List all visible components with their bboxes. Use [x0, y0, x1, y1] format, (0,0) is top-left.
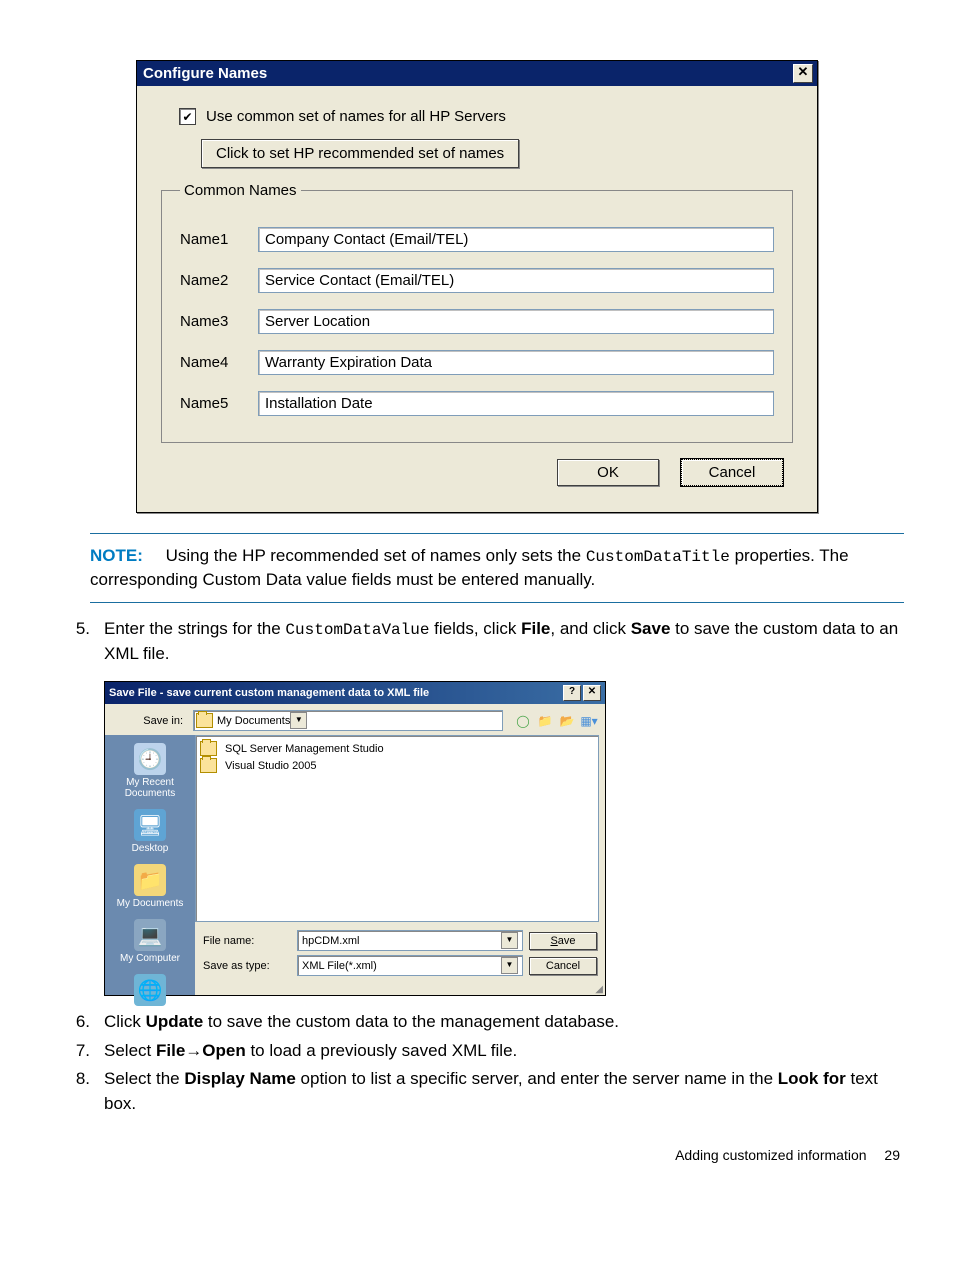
name-label: Name2	[180, 272, 258, 289]
computer-icon: 💻	[134, 919, 166, 951]
step-item: 6. Click Update to save the custom data …	[50, 1010, 904, 1035]
name5-input[interactable]: Installation Date	[258, 391, 774, 416]
recommend-names-button[interactable]: Click to set HP recommended set of names	[201, 139, 519, 168]
savetype-label: Save as type:	[203, 960, 291, 972]
step-item: 7. Select File→Open to load a previously…	[50, 1039, 904, 1064]
name1-input[interactable]: Company Contact (Email/TEL)	[258, 227, 774, 252]
name-row: Name4 Warranty Expiration Data	[180, 350, 774, 375]
cancel-button[interactable]: Cancel	[681, 459, 783, 486]
page-number: 29	[884, 1147, 900, 1163]
filename-label: File name:	[203, 935, 291, 947]
save-in-combo[interactable]: My Documents ▼	[193, 710, 503, 731]
filename-input[interactable]: hpCDM.xml ▼	[297, 930, 523, 951]
dialog-title: Configure Names	[143, 65, 267, 82]
dialog-titlebar: Configure Names ✕	[137, 61, 817, 86]
folder-icon	[196, 713, 213, 728]
name-row: Name2 Service Contact (Email/TEL)	[180, 268, 774, 293]
note-label: NOTE:	[90, 546, 143, 565]
save-file-dialog: Save File - save current custom manageme…	[104, 681, 606, 996]
chevron-down-icon[interactable]: ▼	[501, 932, 518, 949]
close-icon[interactable]: ✕	[793, 64, 813, 83]
cancel-button[interactable]: Cancel	[529, 957, 597, 975]
name-label: Name5	[180, 395, 258, 412]
list-item[interactable]: Visual Studio 2005	[200, 757, 594, 774]
savetype-combo[interactable]: XML File(*.xml) ▼	[297, 955, 523, 976]
save-in-label: Save in:	[113, 715, 187, 727]
sidebar-item-desktop[interactable]: 🖥 Desktop	[105, 807, 195, 860]
name-label: Name4	[180, 354, 258, 371]
step-number: 8.	[50, 1067, 104, 1116]
name-row: Name1 Company Contact (Email/TEL)	[180, 227, 774, 252]
name-row: Name3 Server Location	[180, 309, 774, 334]
common-names-checkbox[interactable]: ✔	[179, 108, 196, 125]
dialog-title: Save File - save current custom manageme…	[109, 687, 429, 699]
new-folder-icon[interactable]: 📂	[559, 713, 575, 729]
step-body: Click Update to save the custom data to …	[104, 1010, 904, 1035]
step-number: 6.	[50, 1010, 104, 1035]
configure-names-dialog: Configure Names ✕ ✔ Use common set of na…	[136, 60, 818, 513]
sidebar-item-mydocs[interactable]: 📁 My Documents	[105, 862, 195, 915]
views-icon[interactable]: ▦▾	[581, 713, 597, 729]
list-item[interactable]: SQL Server Management Studio	[200, 740, 594, 757]
common-names-group: Common Names Name1 Company Contact (Emai…	[161, 182, 793, 443]
footer-section: Adding customized information	[675, 1147, 866, 1163]
file-list[interactable]: SQL Server Management Studio Visual Stud…	[195, 735, 599, 922]
folder-icon	[200, 741, 217, 756]
sidebar-item-mycomputer[interactable]: 💻 My Computer	[105, 917, 195, 970]
back-icon[interactable]: ◯	[515, 713, 531, 729]
name-row: Name5 Installation Date	[180, 391, 774, 416]
fieldset-legend: Common Names	[180, 182, 301, 199]
save-button[interactable]: Save	[529, 932, 597, 950]
step-item: 5. Enter the strings for the CustomDataV…	[50, 617, 904, 667]
resize-grip-icon[interactable]: ◢	[195, 984, 605, 995]
code-text: CustomDataValue	[285, 621, 429, 639]
page-footer: Adding customized information 29	[50, 1147, 904, 1163]
save-toolbar: Save in: My Documents ▼ ◯ 📁 📂 ▦▾	[105, 704, 605, 735]
dialog-titlebar: Save File - save current custom manageme…	[105, 682, 605, 704]
up-folder-icon[interactable]: 📁	[537, 713, 553, 729]
step-number: 7.	[50, 1039, 104, 1064]
folder-icon	[200, 758, 217, 773]
note-code: CustomDataTitle	[586, 548, 730, 566]
chevron-down-icon[interactable]: ▼	[501, 957, 518, 974]
note-block: NOTE: Using the HP recommended set of na…	[90, 544, 904, 592]
network-icon: 🌐	[134, 974, 166, 1006]
step-body: Select the Display Name option to list a…	[104, 1067, 904, 1116]
step-number: 5.	[50, 617, 104, 667]
sidebar-item-recent[interactable]: 🕘 My Recent Documents	[105, 741, 195, 805]
desktop-icon: 🖥	[134, 809, 166, 841]
name-label: Name3	[180, 313, 258, 330]
documents-icon: 📁	[134, 864, 166, 896]
save-in-value: My Documents	[217, 715, 290, 727]
divider	[90, 602, 904, 603]
divider	[90, 533, 904, 534]
name3-input[interactable]: Server Location	[258, 309, 774, 334]
step-item: 8. Select the Display Name option to lis…	[50, 1067, 904, 1116]
name4-input[interactable]: Warranty Expiration Data	[258, 350, 774, 375]
close-icon[interactable]: ✕	[583, 685, 601, 701]
places-sidebar: 🕘 My Recent Documents 🖥 Desktop 📁 My Doc…	[105, 735, 195, 995]
note-text: Using the HP recommended set of names on…	[166, 546, 586, 565]
ok-button[interactable]: OK	[557, 459, 659, 486]
name-label: Name1	[180, 231, 258, 248]
step-body: Enter the strings for the CustomDataValu…	[104, 617, 904, 667]
step-body: Select File→Open to load a previously sa…	[104, 1039, 904, 1064]
recent-icon: 🕘	[134, 743, 166, 775]
chevron-down-icon[interactable]: ▼	[290, 712, 307, 729]
help-icon[interactable]: ?	[563, 685, 581, 701]
name2-input[interactable]: Service Contact (Email/TEL)	[258, 268, 774, 293]
checkbox-label: Use common set of names for all HP Serve…	[206, 108, 506, 125]
